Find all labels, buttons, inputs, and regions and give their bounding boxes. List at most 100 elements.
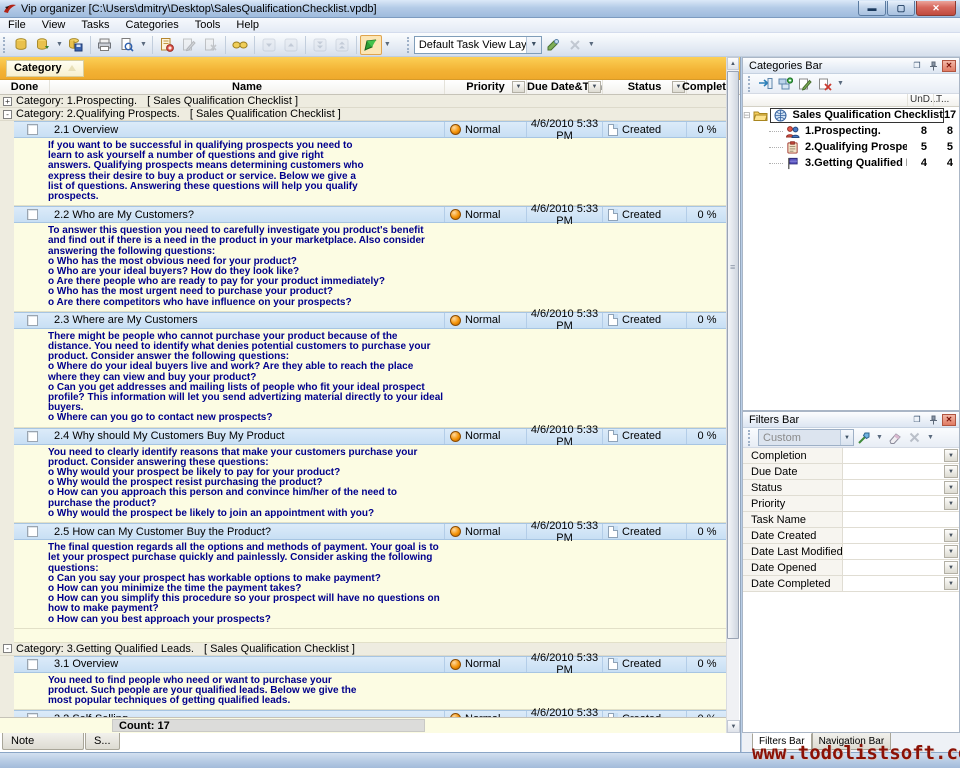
menu-file[interactable]: File (0, 18, 34, 32)
new-task-icon[interactable] (156, 35, 178, 55)
column-done[interactable]: Done (0, 80, 50, 94)
edit-task-icon[interactable] (178, 35, 200, 55)
pin-panel-icon[interactable] (926, 60, 940, 72)
open-database-icon[interactable] (32, 35, 54, 55)
menu-view[interactable]: View (34, 18, 74, 32)
filter-value-field[interactable]: ▼ (843, 448, 959, 463)
tab-note[interactable]: Note (2, 733, 84, 750)
layout-combobox[interactable]: Default Task View Layout ▼ (414, 36, 542, 54)
toolbar-overflow-icon[interactable]: ▼ (586, 41, 597, 48)
filters-toolbar-overflow-icon[interactable]: ▼ (925, 434, 936, 441)
task-row[interactable]: 2.4 Why should My Customers Buy My Produ… (14, 428, 727, 445)
done-checkbox[interactable] (27, 209, 38, 220)
grid-vertical-scrollbar[interactable]: ▲ ▼ (726, 57, 739, 733)
filter-dropdown-icon[interactable]: ▼ (944, 577, 958, 590)
new-database-icon[interactable] (10, 35, 32, 55)
filter-dropdown-icon[interactable]: ▼ (944, 481, 958, 494)
toolbar-grip[interactable] (3, 37, 7, 53)
column-status[interactable]: Status▼ (603, 80, 687, 94)
notifications-dropdown-icon[interactable]: ▼ (382, 41, 393, 48)
toolbar-grip-2[interactable] (407, 37, 411, 53)
save-database-icon[interactable] (65, 35, 87, 55)
filter-dropdown-icon[interactable]: ▼ (944, 529, 958, 542)
print-preview-icon[interactable] (116, 35, 138, 55)
group-by-category-button[interactable]: Category (6, 60, 84, 77)
tab-s[interactable]: S... (85, 733, 120, 750)
open-database-dropdown-icon[interactable]: ▼ (54, 41, 65, 48)
column-name[interactable]: Name (50, 80, 445, 94)
apply-filter-dropdown-icon[interactable]: ▼ (874, 434, 885, 441)
view-notes-icon[interactable] (229, 35, 251, 55)
delete-category-icon[interactable] (815, 75, 835, 93)
edit-category-icon[interactable] (795, 75, 815, 93)
column-complete[interactable]: Complete (687, 80, 727, 94)
close-panel-icon[interactable]: ✕ (942, 414, 956, 426)
new-checklist-icon[interactable] (755, 75, 775, 93)
task-row[interactable]: 2.3 Where are My Customers Normal 4/6/20… (14, 312, 727, 329)
filter-dropdown-icon[interactable]: ▼ (944, 545, 958, 558)
column-total[interactable]: T... (933, 94, 959, 106)
close-panel-icon[interactable]: ✕ (942, 60, 956, 72)
collapse-icon[interactable]: - (3, 644, 12, 653)
collapse-all-icon[interactable] (331, 35, 353, 55)
scrollbar-thumb[interactable] (727, 71, 739, 639)
group-row-prospecting[interactable]: + Category: 1.Prospecting. [ Sales Quali… (0, 95, 727, 108)
task-row[interactable]: 2.5 How can My Customer Buy the Product?… (14, 523, 727, 540)
categories-toolbar-grip[interactable] (748, 76, 752, 92)
filter-dropdown-icon[interactable]: ▼ (944, 561, 958, 574)
group-row-qualifying[interactable]: - Category: 2.Qualifying Prospects. [ Sa… (0, 108, 727, 121)
tree-item-getting-leads[interactable]: 3.Getting Qualified Leads. 4 4 (743, 155, 959, 171)
filter-value-field[interactable]: ▼ (843, 496, 959, 511)
filters-toolbar-grip[interactable] (748, 430, 752, 446)
menu-tasks[interactable]: Tasks (73, 18, 117, 32)
column-undone[interactable]: UnD... (907, 94, 933, 106)
menu-categories[interactable]: Categories (118, 18, 187, 32)
filter-value-field[interactable]: ▼ (843, 480, 959, 495)
maximize-button[interactable]: ▢ (887, 1, 915, 16)
done-checkbox[interactable] (27, 431, 38, 442)
done-checkbox[interactable] (27, 124, 38, 135)
restore-panel-icon[interactable]: ❐ (910, 414, 924, 426)
expand-icon[interactable]: + (3, 97, 12, 106)
clear-filter-icon[interactable] (885, 429, 905, 447)
column-priority[interactable]: Priority▼ (445, 80, 527, 94)
filter-preset-combobox[interactable]: Custom ▼ (758, 429, 854, 446)
scroll-up-icon[interactable]: ▲ (727, 57, 739, 70)
group-row-getting-leads[interactable]: - Category: 3.Getting Qualified Leads. [… (0, 643, 727, 656)
filter-value-field[interactable]: ▼ (843, 560, 959, 575)
priority-filter-dropdown-icon[interactable]: ▼ (512, 81, 525, 93)
collapse-icon[interactable]: - (3, 110, 12, 119)
done-checkbox[interactable] (27, 526, 38, 537)
filter-value-field[interactable]: ▼ (843, 544, 959, 559)
apply-filter-icon[interactable] (854, 429, 874, 447)
delete-layout-icon[interactable] (564, 35, 586, 55)
done-checkbox[interactable] (27, 315, 38, 326)
scroll-down-icon[interactable]: ▼ (727, 720, 740, 733)
close-button[interactable]: ✕ (916, 1, 956, 16)
print-dropdown-icon[interactable]: ▼ (138, 41, 149, 48)
filter-value-field[interactable]: ▼ (843, 576, 959, 591)
filter-dropdown-icon[interactable]: ▼ (944, 449, 958, 462)
filter-preset-arrow-icon[interactable]: ▼ (840, 430, 853, 445)
column-due[interactable]: Due Date&Time▼ (527, 80, 603, 94)
move-down-icon[interactable] (258, 35, 280, 55)
layout-combobox-arrow-icon[interactable]: ▼ (526, 37, 541, 53)
task-row[interactable]: 2.2 Who are My Customers? Normal 4/6/201… (14, 206, 727, 223)
pin-panel-icon[interactable] (926, 414, 940, 426)
task-row[interactable]: 2.1 Overview Normal 4/6/2010 5:33 PM Cre… (14, 121, 727, 138)
filter-dropdown-icon[interactable]: ▼ (944, 497, 958, 510)
filter-value-field[interactable] (843, 512, 959, 527)
save-layout-icon[interactable] (542, 35, 564, 55)
categories-toolbar-overflow-icon[interactable]: ▼ (835, 80, 846, 87)
tree-item-prospecting[interactable]: 1.Prospecting. 8 8 (743, 123, 959, 139)
notifications-icon[interactable] (360, 35, 382, 55)
restore-panel-icon[interactable]: ❐ (910, 60, 924, 72)
filter-dropdown-icon[interactable]: ▼ (944, 465, 958, 478)
print-icon[interactable] (94, 35, 116, 55)
expand-all-icon[interactable] (309, 35, 331, 55)
menu-tools[interactable]: Tools (187, 18, 229, 32)
filter-value-field[interactable]: ▼ (843, 528, 959, 543)
minimize-button[interactable]: ▬ (858, 1, 886, 16)
filter-value-field[interactable]: ▼ (843, 464, 959, 479)
tree-item-qualifying[interactable]: 2.Qualifying Prospects. 5 5 (743, 139, 959, 155)
